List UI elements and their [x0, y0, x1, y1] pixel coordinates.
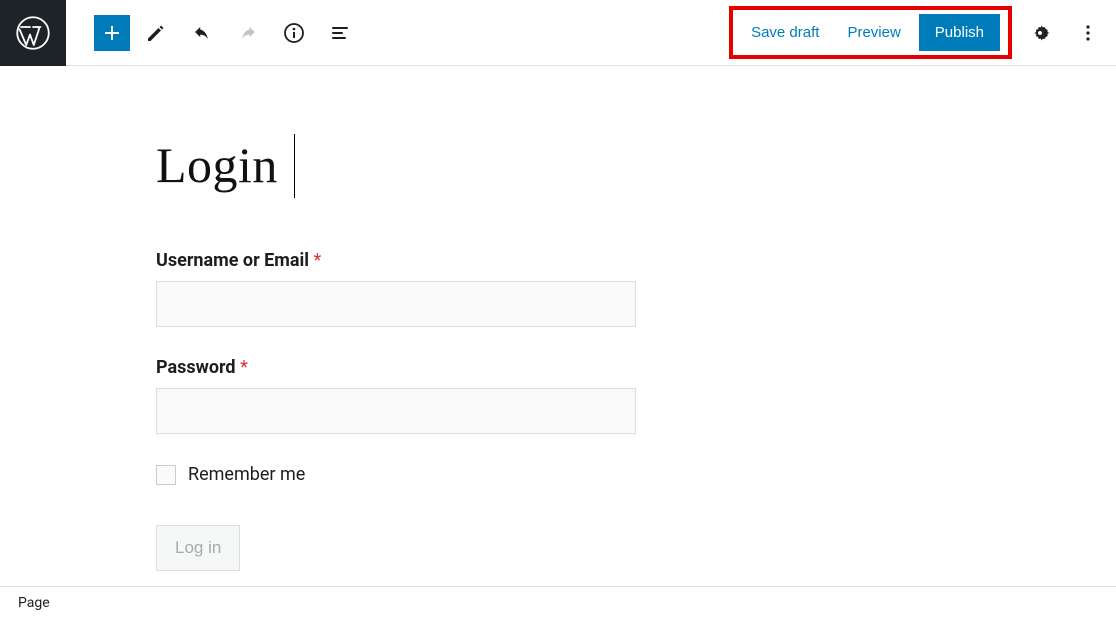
add-block-button[interactable] — [94, 15, 130, 51]
wordpress-logo-button[interactable] — [0, 0, 66, 66]
remember-me-row: Remember me — [156, 464, 796, 485]
undo-icon — [190, 21, 214, 45]
username-field-group: Username or Email * — [156, 250, 796, 327]
plus-icon — [100, 21, 124, 45]
outline-icon — [328, 21, 352, 45]
pencil-icon — [144, 21, 168, 45]
settings-button[interactable] — [1020, 13, 1060, 53]
preview-button[interactable]: Preview — [837, 16, 910, 49]
wordpress-logo-icon — [15, 15, 51, 51]
login-submit-button[interactable]: Log in — [156, 525, 240, 571]
save-draft-button[interactable]: Save draft — [741, 16, 829, 49]
redo-icon — [236, 21, 260, 45]
text-cursor — [294, 134, 295, 198]
username-label-text: Username or Email — [156, 250, 309, 271]
info-icon — [282, 21, 306, 45]
more-vertical-icon — [1076, 21, 1100, 45]
password-label: Password * — [156, 357, 796, 378]
breadcrumb[interactable]: Page — [18, 595, 50, 611]
more-options-button[interactable] — [1068, 13, 1108, 53]
editor-content: Login Username or Email * Password * Rem… — [156, 136, 796, 571]
toolbar-left-group — [66, 13, 360, 53]
editor-toolbar: Save draft Preview Publish — [0, 0, 1116, 66]
gear-icon — [1028, 21, 1052, 45]
editor-footer: Page — [0, 586, 1116, 618]
publish-button[interactable]: Publish — [919, 14, 1000, 51]
password-label-text: Password — [156, 357, 236, 378]
remember-me-label: Remember me — [188, 464, 305, 485]
edit-mode-button[interactable] — [136, 13, 176, 53]
page-title: Login — [156, 137, 278, 193]
required-marker: * — [314, 250, 322, 271]
publish-actions-highlight: Save draft Preview Publish — [729, 6, 1012, 59]
editor-canvas: Login Username or Email * Password * Rem… — [0, 66, 1116, 586]
password-field-group: Password * — [156, 357, 796, 434]
info-button[interactable] — [274, 13, 314, 53]
username-label: Username or Email * — [156, 250, 796, 271]
undo-button[interactable] — [182, 13, 222, 53]
required-marker: * — [240, 357, 248, 378]
toolbar-right-group: Save draft Preview Publish — [729, 6, 1116, 59]
outline-button[interactable] — [320, 13, 360, 53]
username-input[interactable] — [156, 281, 636, 327]
password-input[interactable] — [156, 388, 636, 434]
remember-me-checkbox[interactable] — [156, 465, 176, 485]
redo-button[interactable] — [228, 13, 268, 53]
page-title-block[interactable]: Login — [156, 136, 796, 194]
